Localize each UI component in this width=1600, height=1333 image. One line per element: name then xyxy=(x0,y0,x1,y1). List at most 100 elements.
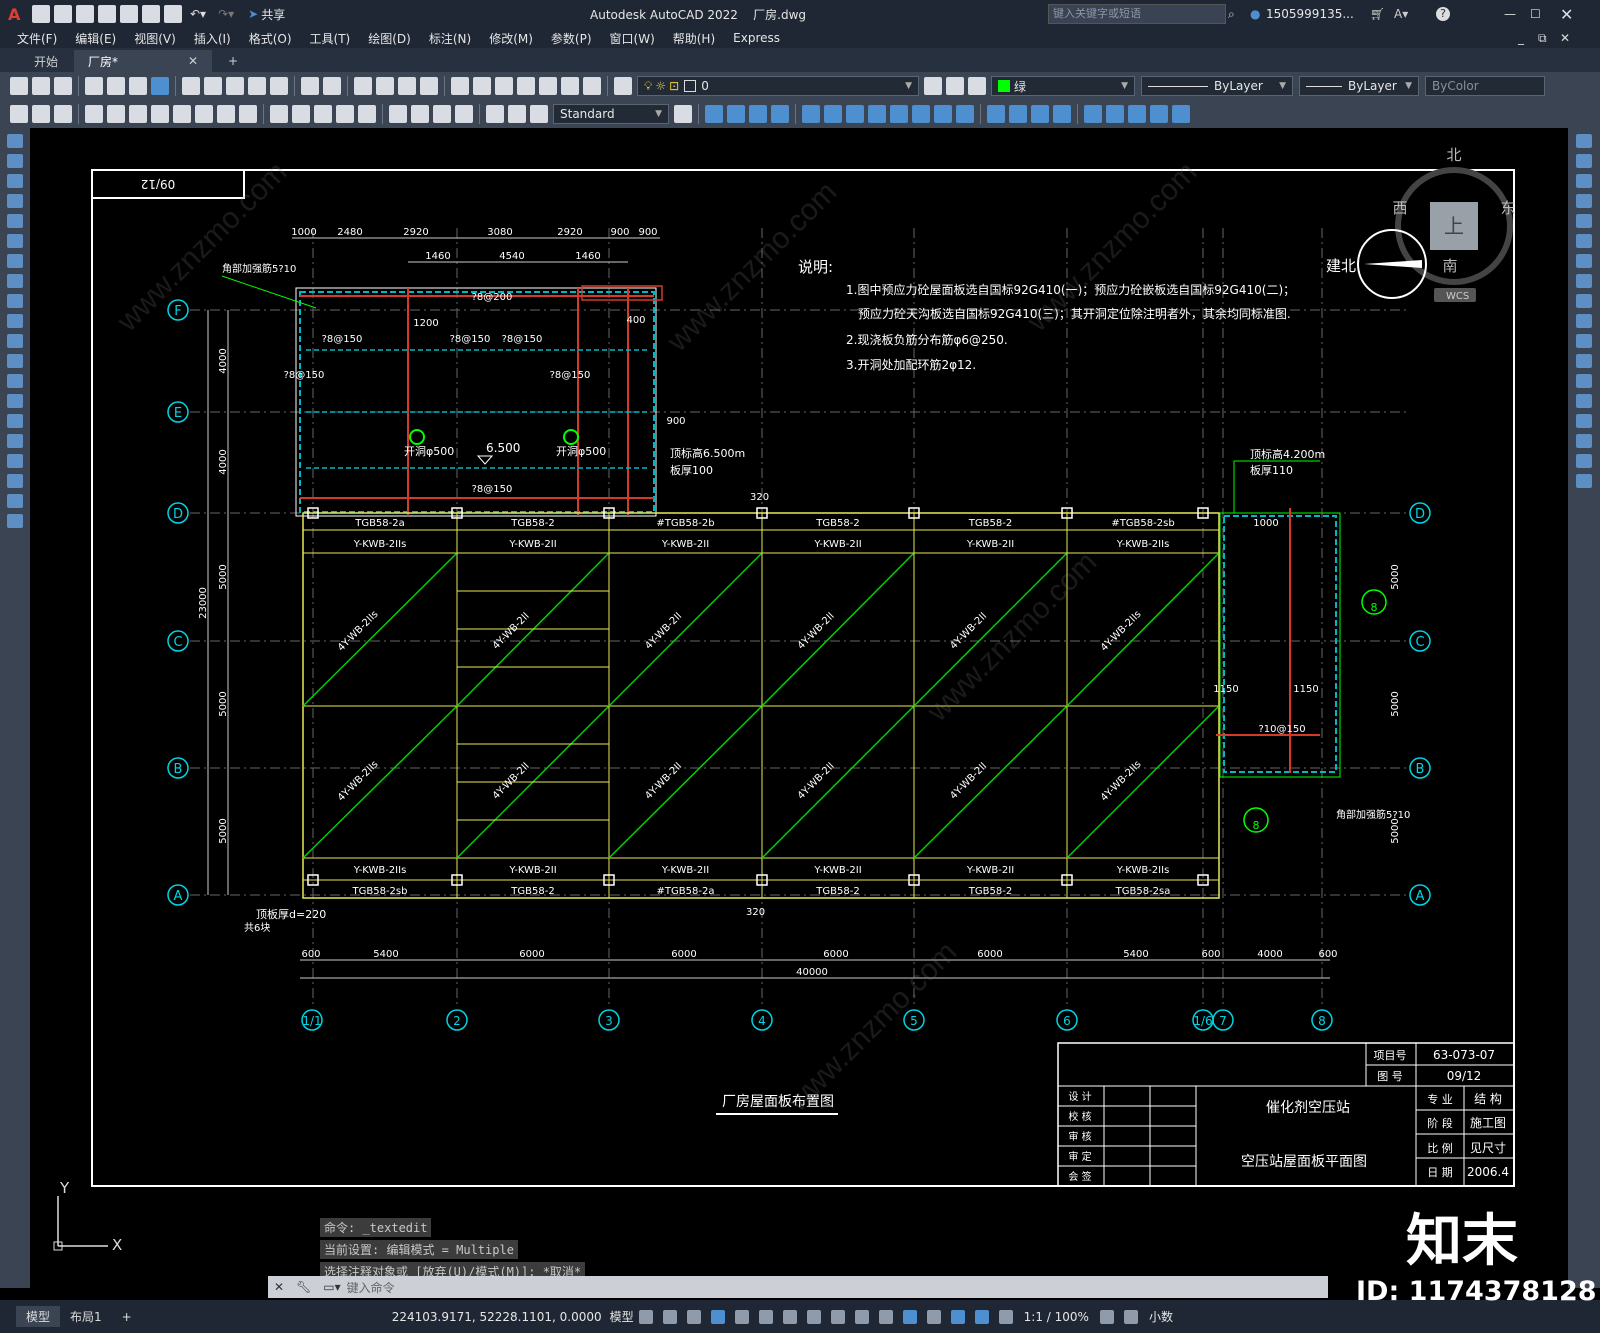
fillet-icon[interactable] xyxy=(1576,434,1592,448)
save-icon[interactable] xyxy=(76,5,94,23)
modify-icon[interactable] xyxy=(1150,105,1168,123)
modify-icon[interactable] xyxy=(1053,105,1071,123)
new-icon[interactable] xyxy=(32,5,50,23)
make-current-layer-icon[interactable] xyxy=(924,77,942,95)
help-icon[interactable]: ? xyxy=(1436,7,1450,21)
search-icon[interactable]: ⌕ xyxy=(1228,7,1235,22)
tab-layout1[interactable]: 布局1 xyxy=(60,1306,112,1327)
menu-dimension[interactable]: 标注(N) xyxy=(420,30,480,47)
doc-close-button[interactable]: ✕ xyxy=(1560,31,1570,45)
tool-icon[interactable] xyxy=(54,105,72,123)
construction-line-icon[interactable] xyxy=(7,154,23,168)
arc-length-icon[interactable] xyxy=(129,105,147,123)
tool-icon[interactable] xyxy=(32,105,50,123)
osnap-icon[interactable] xyxy=(806,1309,821,1324)
transparency-icon[interactable] xyxy=(854,1309,869,1324)
insert-block-icon[interactable] xyxy=(7,354,23,368)
customize-icon[interactable]: 🔧︎ xyxy=(296,1280,311,1294)
tab-start[interactable]: 开始 xyxy=(20,50,72,72)
layer-state-icon[interactable] xyxy=(968,77,986,95)
lineweight-icon[interactable] xyxy=(830,1309,845,1324)
point-icon[interactable] xyxy=(7,394,23,408)
move-icon[interactable] xyxy=(1576,234,1592,248)
help-toolbar-icon[interactable] xyxy=(583,77,601,95)
close-icon[interactable]: ✕ xyxy=(274,1280,284,1294)
doc-minimize-button[interactable]: _ xyxy=(1518,31,1524,45)
gradient-icon[interactable] xyxy=(7,434,23,448)
modify-icon[interactable] xyxy=(1009,105,1027,123)
tool-palettes-icon[interactable] xyxy=(495,77,513,95)
plotstyle-dropdown[interactable]: ByColor xyxy=(1425,76,1545,96)
paste-icon[interactable] xyxy=(226,77,244,95)
jogged-linear-icon[interactable] xyxy=(455,105,473,123)
break-icon[interactable] xyxy=(358,105,376,123)
layer-previous-icon[interactable] xyxy=(946,77,964,95)
zoom-window-icon[interactable] xyxy=(398,77,416,95)
selection-cycling-icon[interactable] xyxy=(878,1309,893,1324)
ellipse-arc-icon[interactable] xyxy=(7,334,23,348)
doc-restore-button[interactable]: ⧉ xyxy=(1538,31,1547,46)
modify-icon[interactable] xyxy=(934,105,952,123)
plus-icon[interactable] xyxy=(1123,1309,1138,1324)
open-file-icon[interactable] xyxy=(32,77,50,95)
linear-dim-icon[interactable] xyxy=(85,105,103,123)
sheet-set-icon[interactable] xyxy=(517,77,535,95)
modify-icon[interactable] xyxy=(749,105,767,123)
dimstyle-icon[interactable] xyxy=(674,105,692,123)
redo-icon[interactable]: ↷▾ xyxy=(218,7,234,21)
angular-icon[interactable] xyxy=(239,105,257,123)
osnap-tracking-icon[interactable] xyxy=(782,1309,797,1324)
stretch-icon[interactable] xyxy=(1576,294,1592,308)
mirror-icon[interactable] xyxy=(1576,174,1592,188)
copy-object-icon[interactable] xyxy=(1576,154,1592,168)
open-web-icon[interactable] xyxy=(120,5,138,23)
array-icon[interactable] xyxy=(1576,214,1592,228)
save-web-icon[interactable] xyxy=(142,5,160,23)
quick-dim-icon[interactable] xyxy=(270,105,288,123)
text-style-dropdown[interactable]: Standard ▼ xyxy=(553,104,669,124)
add-layout-button[interactable]: + xyxy=(112,1308,142,1326)
model-space-button[interactable]: 模型 xyxy=(610,1308,634,1325)
command-input[interactable]: ✕ 🔧︎ ▭▾ 键入命令 xyxy=(268,1276,1328,1298)
menu-edit[interactable]: 编辑(E) xyxy=(66,30,125,47)
table-icon[interactable] xyxy=(7,474,23,488)
add-selected-icon[interactable] xyxy=(7,514,23,528)
redo-toolbar-icon[interactable] xyxy=(323,77,341,95)
inspection-icon[interactable] xyxy=(433,105,451,123)
menu-insert[interactable]: 插入(I) xyxy=(185,30,240,47)
polyline-icon[interactable] xyxy=(7,174,23,188)
break-icon[interactable] xyxy=(1576,374,1592,388)
snap-icon[interactable] xyxy=(662,1309,677,1324)
mtext-icon[interactable] xyxy=(7,494,23,508)
ortho-icon[interactable] xyxy=(710,1309,725,1324)
chamfer-icon[interactable] xyxy=(1576,414,1592,428)
menu-parametric[interactable]: 参数(P) xyxy=(542,30,601,47)
revcloud-icon[interactable] xyxy=(7,274,23,288)
zoom-previous-icon[interactable] xyxy=(420,77,438,95)
share-button[interactable]: 共享 xyxy=(261,6,285,23)
polar-icon[interactable] xyxy=(734,1309,749,1324)
radius-icon[interactable] xyxy=(173,105,191,123)
drawing-canvas[interactable]: 09/12 开洞φ500 开洞φ500 6.500 顶标高6.500m 板厚10… xyxy=(30,128,1568,1288)
modify-icon[interactable] xyxy=(1106,105,1124,123)
grid-icon[interactable] xyxy=(638,1309,653,1324)
modify-icon[interactable] xyxy=(802,105,820,123)
modify-icon[interactable] xyxy=(868,105,886,123)
modify-icon[interactable] xyxy=(771,105,789,123)
region-icon[interactable] xyxy=(7,454,23,468)
layer-properties-icon[interactable] xyxy=(614,77,632,95)
menu-view[interactable]: 视图(V) xyxy=(125,30,185,47)
selection-filter-icon[interactable] xyxy=(950,1309,965,1324)
gizmo-icon[interactable] xyxy=(974,1309,989,1324)
blend-icon[interactable] xyxy=(1576,454,1592,468)
explode-icon[interactable] xyxy=(1576,474,1592,488)
rectangle-icon[interactable] xyxy=(7,214,23,228)
scale-icon[interactable] xyxy=(1576,274,1592,288)
continue-icon[interactable] xyxy=(314,105,332,123)
modify-icon[interactable] xyxy=(727,105,745,123)
trim-icon[interactable] xyxy=(1576,314,1592,328)
calculator-icon[interactable] xyxy=(561,77,579,95)
modify-icon[interactable] xyxy=(846,105,864,123)
maximize-button[interactable]: ☐ xyxy=(1530,7,1541,21)
baseline-icon[interactable] xyxy=(292,105,310,123)
